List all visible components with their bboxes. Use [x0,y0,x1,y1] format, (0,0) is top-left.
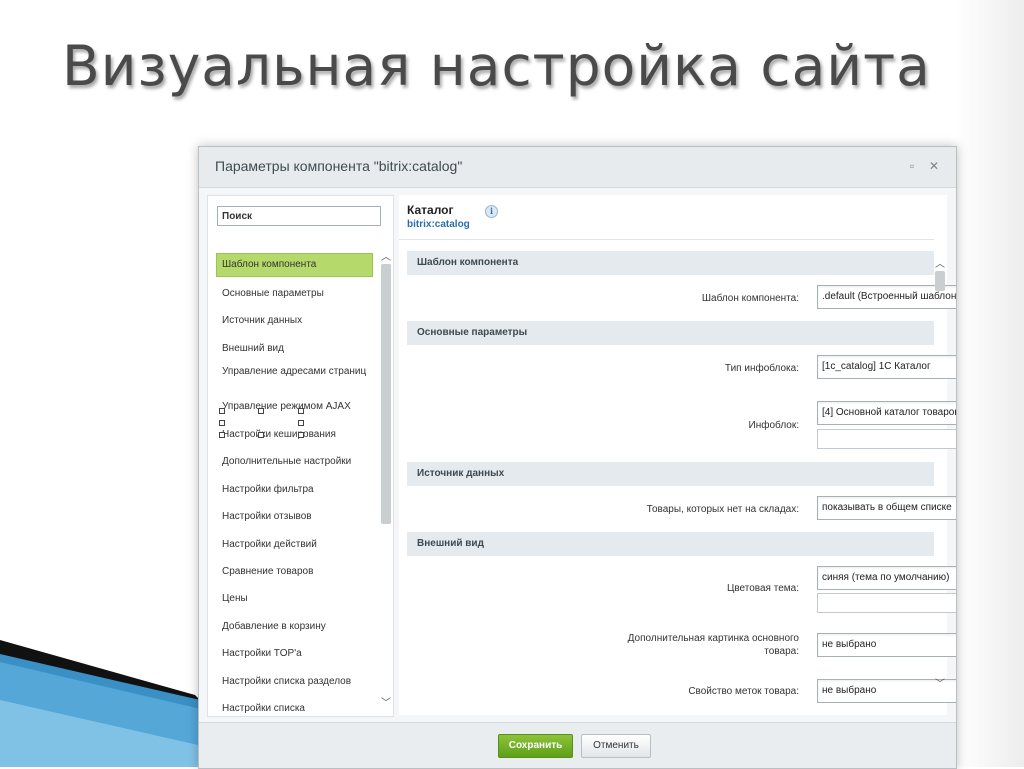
sidebar-item-cache[interactable]: Настройки кеширования [217,429,372,441]
selection-handle[interactable] [298,420,304,426]
field-label-template: Шаблон компонента: [701,293,799,304]
sidebar-item-list[interactable]: Настройки списка [217,703,372,715]
section-template: Шаблон компонента [407,251,934,275]
component-code: bitrix:catalog [407,219,470,230]
sidebar-item-filter[interactable]: Настройки фильтра [217,484,372,496]
field-label-iblock: Инфоблок: [748,420,799,431]
close-icon[interactable]: ✕ [927,159,941,173]
scroll-up-icon[interactable]: ︿ [934,255,946,270]
selection-handle[interactable] [298,432,304,438]
maximize-icon[interactable]: ▫ [905,159,919,173]
selection-handle[interactable] [219,432,225,438]
save-button[interactable]: Сохранить [498,734,573,758]
scroll-thumb[interactable] [381,264,391,524]
dialog-title: Параметры компонента "bitrix:catalog" [215,158,463,174]
search-input[interactable] [217,206,381,226]
field-label-not-in-stock: Товары, которых нет на складах: [646,504,799,515]
iblock-type-select-value: [1c_catalog] 1С Каталог [822,361,931,372]
sidebar-item-additional[interactable]: Дополнительные настройки [217,456,372,468]
sidebar-item-reviews[interactable]: Настройки отзывов [217,511,372,523]
dialog-footer: Сохранить Отменить [199,722,956,768]
scroll-thumb[interactable] [935,271,945,291]
divider [399,239,934,240]
field-label-iblock-type: Тип инфоблока: [724,363,799,374]
extra-picture-select-value: не выбрано [822,639,877,650]
selection-handle[interactable] [219,420,225,426]
field-label-color-theme: Цветовая тема: [726,583,799,594]
sidebar-item-top[interactable]: Настройки TOP'а [217,648,372,660]
sidebar-item-template[interactable]: Шаблон компонента [216,253,373,277]
cancel-button[interactable]: Отменить [581,734,651,758]
sidebar-item-basic[interactable]: Основные параметры [217,288,372,300]
sidebar-item-compare[interactable]: Сравнение товаров [217,566,372,578]
selection-handle[interactable] [258,432,264,438]
page-curl-decoration [954,0,1024,767]
section-view: Внешний вид [407,532,934,556]
dialog-header[interactable]: Параметры компонента "bitrix:catalog" ▫ … [199,147,956,188]
component-title: Каталог [407,203,454,217]
sidebar-item-source[interactable]: Источник данных [217,315,372,327]
parameter-groups-panel: Шаблон компонента Основные параметры Ист… [207,195,394,717]
component-parameters-dialog: Параметры компонента "bitrix:catalog" ▫ … [198,146,957,769]
info-icon[interactable]: i [485,205,498,218]
not-in-stock-select-value: показывать в общем списке [822,502,952,513]
sidebar-item-actions[interactable]: Настройки действий [217,539,372,551]
section-basic: Основные параметры [407,321,934,345]
wave-decoration [0,640,220,767]
sidebar-item-ajax[interactable]: Управление режимом AJAX [217,401,372,413]
selection-handle[interactable] [219,408,225,414]
selection-handle[interactable] [258,408,264,414]
color-theme-select-value: синяя (тема по умолчанию) [822,572,950,583]
right-scrollbar[interactable]: ︿ ﹀ [934,255,946,715]
left-scrollbar[interactable]: ︿ ﹀ [380,248,392,709]
sidebar-item-prices[interactable]: Цены [217,593,372,605]
scroll-down-icon[interactable]: ﹀ [380,694,392,709]
sidebar-item-basket[interactable]: Добавление в корзину [217,621,372,633]
section-source: Источник данных [407,462,934,486]
sidebar-item-section-list[interactable]: Настройки списка разделов [217,676,372,688]
scroll-up-icon[interactable]: ︿ [380,248,392,263]
selection-handle[interactable] [298,408,304,414]
label-prop-select-value: не выбрано [822,685,877,696]
sidebar-item-urls[interactable]: Управление адресами страниц [217,366,372,378]
slide-title: Визуальная настройка сайта [62,34,931,98]
scroll-down-icon[interactable]: ﹀ [934,675,946,690]
field-label-extra-picture: Дополнительная картинка основного товара… [627,633,799,657]
field-label-label-prop: Свойство меток товара: [688,686,799,697]
sidebar-item-view[interactable]: Внешний вид [217,343,372,355]
parameters-panel: Каталог bitrix:catalog i Шаблон компонен… [399,195,956,715]
